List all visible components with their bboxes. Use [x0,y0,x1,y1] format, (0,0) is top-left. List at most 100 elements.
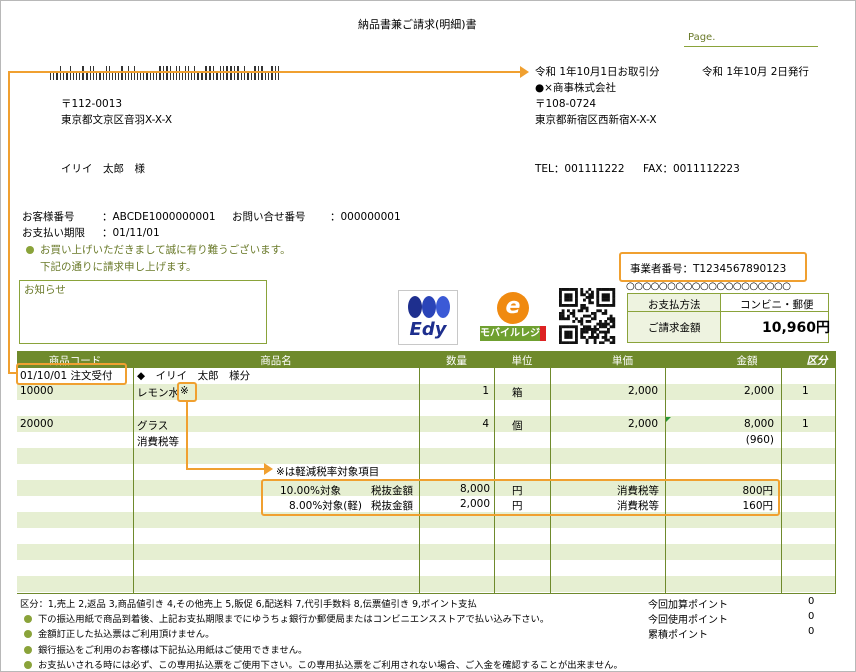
points-used-value: 0 [808,611,815,622]
summary1-yen: 円 [512,485,523,497]
tax-amount: (960) [745,434,774,446]
recipient-address: 東京都文京区音羽X-X-X [61,114,173,126]
inquiry-number-label: お問い合せ番号 [232,211,306,223]
order-date: 01/10/01 注文受付 [20,370,113,382]
col-line [665,351,666,594]
row2-code: 20000 [20,418,54,430]
summary1-tax: 800円 [742,485,773,497]
document-title: 納品書兼ご請求(明細)書 [358,18,477,31]
summary2-tax-label: 消費税等 [617,500,659,512]
row1-qty: 1 [482,385,489,397]
tax-label: 消費税等 [137,436,179,448]
note-arrow-vertical [186,402,188,470]
mobile-register-text: モバイルレジ [480,326,546,341]
sender-postal: 〒108-0724 [535,98,597,110]
edy-text: Edy [409,319,447,340]
summary1-rate: 10.00%対象 [279,485,341,497]
header-qty: 数量 [446,355,467,367]
sender-address: 東京都新宿区西新宿X-X-X [535,114,657,126]
recipient-name: イリイ 太郎 様 [61,163,145,175]
bullet-icon [24,646,32,654]
mobile-register-logo: e モバイルレジ [480,292,548,344]
footer-note-text-4: お支払いされる時には必ず、この専用払込票をご使用下さい。この専用払込票をご利用さ… [38,660,623,671]
order-customer: ◆ イリイ 太郎 様分 [137,370,251,382]
summary2-tax: 160円 [742,500,773,512]
points-added-value: 0 [808,596,815,607]
summary1-tax-label: 消費税等 [617,485,659,497]
summary1-base: 8,000 [459,483,490,495]
row1-unit: 箱 [512,387,523,399]
edy-circles-icon [408,296,450,318]
payment-amount-value: 10,960円 [762,320,831,336]
qr-code [559,288,616,344]
header-name: 商品名 [260,355,292,367]
payment-method-label: お支払方法 [648,299,701,311]
summary1-base-label: 税抜金額 [371,485,413,497]
table-bottom-line [17,593,835,594]
category-legend: 区分：1,売上 2,返品 3,商品値引き 4,その他売上 5,販促 6,配送料 … [20,599,477,610]
row2-amount: 8,000 [743,418,774,430]
header-unit: 単位 [511,355,533,367]
row1-code: 10000 [20,385,54,397]
col-line [494,351,495,594]
footer-note-3: 銀行振込をご利用のお客様は下記払込用紙はご使用できません。 [24,642,307,656]
bullet-icon [24,615,32,623]
bullet-icon [24,661,32,669]
row-band [17,544,835,560]
footer-note-2: 金額訂正した払込票はご利用頂けません。 [24,626,214,640]
points-added-label: 今回加算ポイント [648,600,728,611]
due-date-value: ：01/11/01 [102,227,160,239]
barcode [50,66,279,80]
summary2-rate: 8.00%対象(軽) [288,500,362,512]
col-line [835,351,836,594]
row1-category: 1 [802,385,809,397]
row2-price: 2,000 [627,418,658,430]
arrow-head-icon [520,66,529,78]
row2-name: グラス [137,420,169,432]
header-category: 区分 [806,355,828,367]
arrow-line-horizontal [8,71,522,73]
e-bank-icon: e [497,292,529,324]
sender-tel: TEL：001111222 [535,163,625,175]
points-used-label: 今回使用ポイント [648,615,728,626]
bullet-icon [24,630,32,638]
greeting-text-1: お買い上げいただきまして誠に有り難うございます。 [40,244,291,256]
points-total-label: 累積ポイント [648,630,708,641]
bullet-icon [26,246,34,254]
footer-note-text-3: 銀行振込をご利用のお客様は下記払込用紙はご使用できません。 [38,645,308,656]
col-line [133,351,134,594]
row2-category: 1 [802,418,809,430]
notice-label: お知らせ [24,284,66,296]
circle-row: ○○○○○○○○○○○○○○○○○○○○ [626,281,791,292]
footer-note-4: お支払いされる時には必ず、この専用払込票をご使用下さい。この専用払込票をご利用さ… [24,657,850,671]
footer-note-text-2: 金額訂正した払込票はご利用頂けません。 [38,629,215,640]
payment-divider-v [720,293,721,343]
edy-logo: Edy [398,290,458,345]
row1-name: レモン水 [137,387,179,399]
inquiry-number-value: ：000000001 [330,211,401,223]
footer-note-1: 下の振込用紙で商品到着後、上記お支払期限までにゆうちょ銀行か郵便局またはコンビニ… [24,611,634,625]
transaction-date: 令和 1年10月1日お取引分 [535,66,660,78]
payment-amount-label: ご請求金額 [648,322,701,334]
header-price: 単価 [612,355,633,367]
customer-number-label: お客様番号 [22,211,75,223]
registration-number: 事業者番号：T1234567890123 [630,263,787,275]
header-amount: 金額 [736,355,758,367]
sender-company: ●×商事株式会社 [535,82,616,94]
reduced-tax-note: ※は軽減税率対象項目 [276,466,380,478]
row2-qty: 4 [482,418,489,430]
summary2-base: 2,000 [459,498,490,510]
summary2-base-label: 税抜金額 [371,500,413,512]
issue-date: 令和 1年10月 2日発行 [702,66,809,78]
recipient-postal: 〒112-0013 [61,98,123,110]
row1-mark: ※ [180,385,189,397]
note-arrow-horizontal [186,468,266,470]
table-header: 商品コード 商品名 数量 単位 単価 金額 区分 [17,351,835,368]
payment-method-value: コンビニ・郵便 [740,299,814,311]
col-line [781,351,782,594]
points-total-value: 0 [808,626,815,637]
footer-note-text-1: 下の振込用紙で商品到着後、上記お支払期限までにゆうちょ銀行か郵便局またはコンビニ… [38,614,550,625]
summary2-yen: 円 [512,500,523,512]
page-number: Page. [684,32,818,47]
row1-amount: 2,000 [743,385,774,397]
